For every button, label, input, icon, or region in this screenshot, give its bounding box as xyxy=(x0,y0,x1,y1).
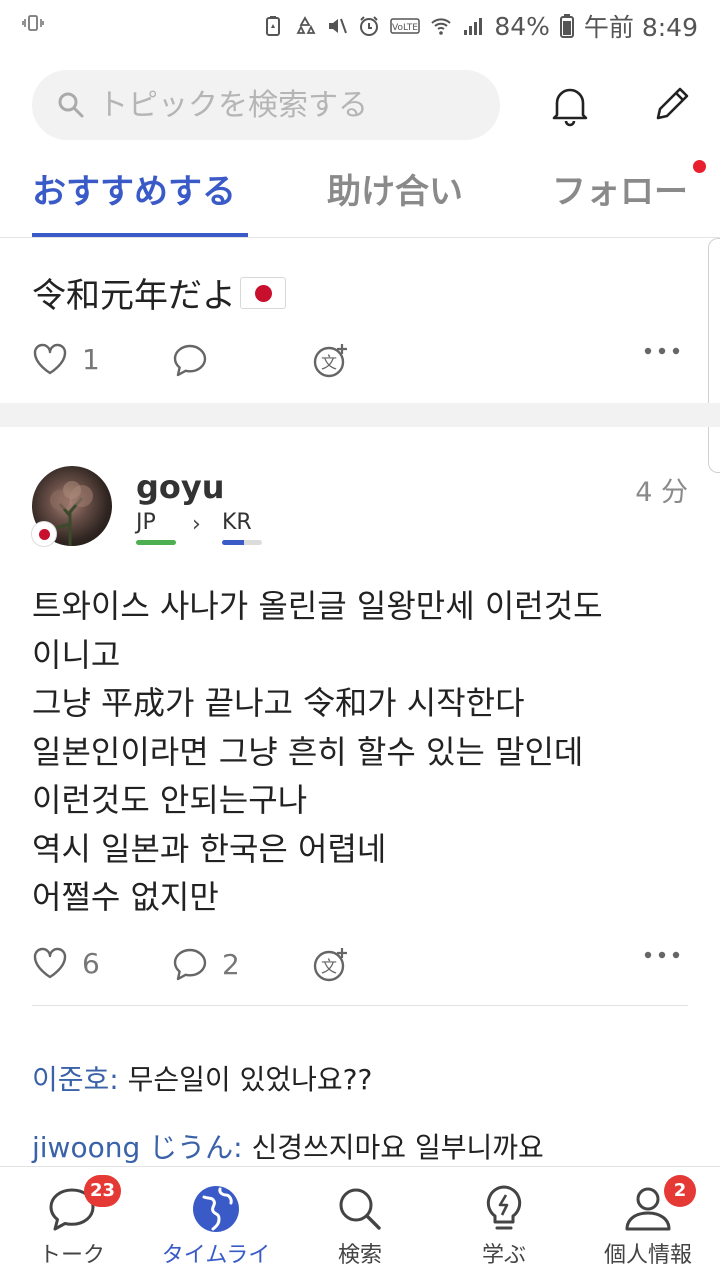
post-separator xyxy=(0,403,720,427)
more-options-button[interactable] xyxy=(643,950,681,960)
svg-text:VoLTE: VoLTE xyxy=(392,23,418,33)
more-dots-icon xyxy=(644,951,680,959)
post-body-line: 이런것도 안되는구나 xyxy=(32,781,308,819)
japan-flag-emoji xyxy=(240,276,286,309)
nav-search[interactable]: 検索 xyxy=(288,1167,432,1280)
battery-percent: 84% xyxy=(494,11,550,41)
feed-tabs: おすすめする 助け合い フォロー xyxy=(0,150,720,238)
bottom-navigation: 23 トーク タイムライ 検索 学ぶ 2 個人情報 xyxy=(0,1166,720,1280)
post-timestamp: 4 分 xyxy=(635,477,688,508)
post-body-line: 역시 일본과 한국은 어렵네 xyxy=(32,829,387,868)
nav-profile[interactable]: 2 個人情報 xyxy=(576,1167,720,1280)
learning-level-bar xyxy=(222,540,262,545)
comment-button[interactable]: 2 xyxy=(172,946,240,982)
comment-item[interactable]: jiwoong じうん: 신경쓰지마요 일부니까요 xyxy=(32,1126,544,1166)
post-body-line: 이니고 xyxy=(32,635,121,674)
volte-icon: VoLTE xyxy=(390,18,421,34)
battery-icon xyxy=(559,14,574,38)
lightbulb-icon xyxy=(486,1185,522,1230)
mute-icon xyxy=(329,18,348,34)
nav-learn[interactable]: 学ぶ xyxy=(432,1167,576,1280)
nav-label: タイムライ xyxy=(161,1243,271,1268)
like-count: 6 xyxy=(82,946,100,980)
comments-divider xyxy=(32,1005,688,1006)
comment-author[interactable]: 이준호: xyxy=(32,1063,119,1096)
follow-notification-dot xyxy=(693,160,706,173)
nav-label: 検索 xyxy=(337,1243,382,1268)
like-button[interactable]: 1 xyxy=(32,342,100,376)
nav-label: 個人情報 xyxy=(603,1243,692,1268)
post-text-content: 令和元年だよ xyxy=(32,276,236,316)
post-text[interactable]: 令和元年だよ xyxy=(32,268,286,317)
scroll-edge-handle[interactable] xyxy=(708,238,720,473)
globe-icon xyxy=(193,1186,239,1232)
vibrate-notification-icon xyxy=(22,14,44,36)
search-icon xyxy=(58,92,84,118)
comment-count: 2 xyxy=(222,947,240,981)
nav-label: トーク xyxy=(38,1243,105,1268)
notifications-button[interactable] xyxy=(544,78,596,130)
translate-button[interactable]: 文 xyxy=(312,946,350,984)
post-body-line: 일본인이라면 그냥 흔히 할수 있는 말인데 xyxy=(32,732,584,771)
pencil-icon xyxy=(656,87,689,120)
search-bar[interactable] xyxy=(32,70,500,140)
heart-icon xyxy=(33,947,67,979)
nationality-flag-icon xyxy=(31,521,57,547)
more-dots-icon xyxy=(644,347,680,355)
nav-timeline[interactable]: タイムライ xyxy=(144,1167,288,1280)
native-language: JP xyxy=(136,510,156,535)
active-tab-indicator xyxy=(32,233,248,237)
learning-language: KR xyxy=(222,510,252,535)
comment-bubble-icon xyxy=(173,344,207,377)
unread-badge: 23 xyxy=(84,1175,122,1207)
post-body[interactable]: 트와이스 사나가 올린글 일왕만세 이런것도 이니고 그냥 平成가 끝나고 令和… xyxy=(32,582,692,922)
comment-bubble-icon xyxy=(173,948,207,981)
translate-icon: 文 xyxy=(313,948,347,982)
comment-text: 신경쓰지마요 일부니까요 xyxy=(251,1131,544,1164)
translate-button[interactable]: 文 xyxy=(312,342,350,380)
status-bar: VoLTE 84% 午前 8:49 xyxy=(0,0,720,52)
like-button[interactable]: 6 xyxy=(32,946,100,980)
recycle-icon xyxy=(296,16,316,34)
svg-text:文: 文 xyxy=(321,353,337,372)
chevron-right-icon: › xyxy=(192,512,201,537)
comment-author[interactable]: jiwoong じうん: xyxy=(32,1131,243,1164)
nav-talk[interactable]: 23 トーク xyxy=(0,1167,144,1280)
comment-button[interactable] xyxy=(172,342,208,378)
comment-text: 무슨일이 있었나요?? xyxy=(127,1063,373,1096)
compose-button[interactable] xyxy=(646,78,698,130)
nav-label: 学ぶ xyxy=(481,1243,526,1268)
native-level-bar xyxy=(136,540,176,545)
post-body-line: 어쩔수 없지만 xyxy=(32,878,219,916)
tab-help[interactable]: 助け合い xyxy=(327,164,463,213)
signal-icon xyxy=(464,18,483,35)
svg-text:文: 文 xyxy=(321,957,337,976)
translate-icon: 文 xyxy=(313,344,347,378)
notification-badge: 2 xyxy=(664,1175,696,1207)
battery-saver-icon xyxy=(266,16,281,36)
wifi-icon xyxy=(431,18,452,35)
post-username[interactable]: goyu xyxy=(136,468,225,506)
post-body-line: 트와이스 사나가 올린글 일왕만세 이런것도 xyxy=(32,587,603,625)
tab-recommended[interactable]: おすすめする xyxy=(32,164,236,213)
heart-icon xyxy=(33,343,67,375)
comment-item[interactable]: 이준호: 무슨일이 있었나요?? xyxy=(32,1058,372,1098)
alarm-icon xyxy=(360,16,379,36)
search-input[interactable] xyxy=(98,87,478,123)
like-count: 1 xyxy=(82,342,100,376)
search-icon xyxy=(339,1188,381,1230)
tab-follow[interactable]: フォロー xyxy=(552,164,688,213)
bell-icon xyxy=(552,88,588,127)
post-body-line: 그냥 平成가 끝나고 令和가 시작한다 xyxy=(32,684,525,722)
clock: 午前 8:49 xyxy=(583,13,698,42)
more-options-button[interactable] xyxy=(643,346,681,356)
